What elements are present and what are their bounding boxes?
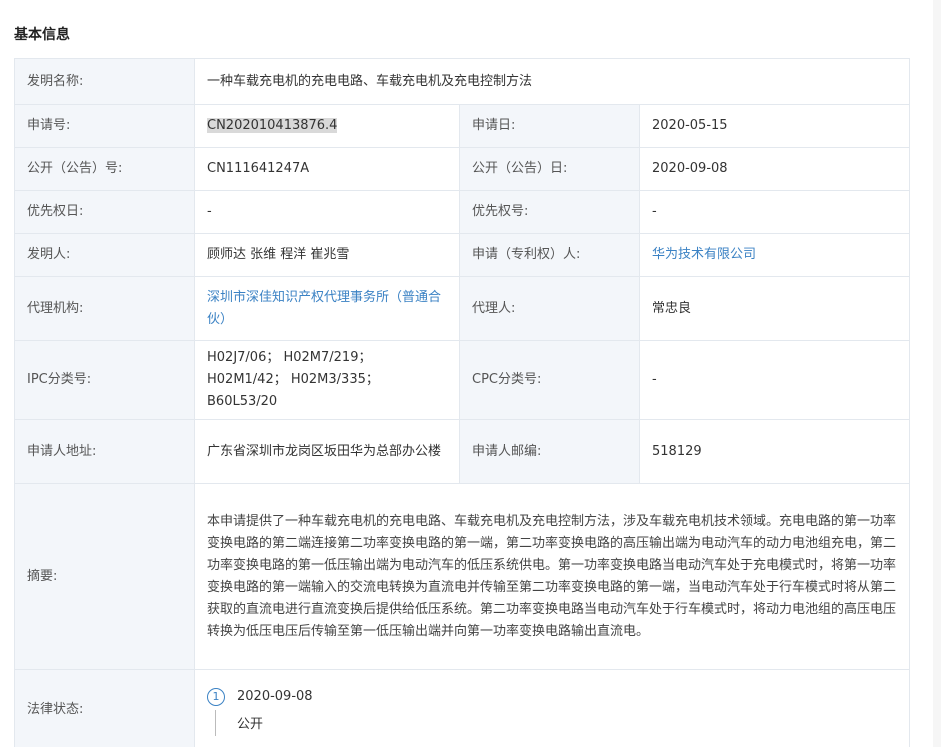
table-row: 摘要: 本申请提供了一种车载充电机的充电电路、车载充电机及充电控制方法，涉及车载… — [14, 483, 910, 670]
step-number-icon: 1 — [207, 687, 225, 706]
agent-value: 常忠良 — [639, 276, 910, 341]
legal-status-label: 法律状态: — [14, 669, 195, 747]
table-row: 发明名称: 一种车载充电机的充电电路、车载充电机及充电控制方法 — [14, 58, 910, 105]
applicant-postcode-value: 518129 — [639, 419, 910, 484]
publication-no-label: 公开（公告）号: — [14, 147, 195, 191]
applicant-label: 申请（专利权）人: — [459, 233, 640, 277]
application-date-label: 申请日: — [459, 104, 640, 148]
applicant-cell: 华为技术有限公司 — [639, 233, 910, 277]
priority-date-label: 优先权日: — [14, 190, 195, 234]
applicant-address-label: 申请人地址: — [14, 419, 195, 484]
inventors-value: 顾师达 张维 程洋 崔兆雪 — [194, 233, 460, 277]
table-row: 发明人: 顾师达 张维 程洋 崔兆雪 申请（专利权）人: 华为技术有限公司 — [14, 233, 910, 277]
publication-date-label: 公开（公告）日: — [459, 147, 640, 191]
table-row: 公开（公告）号: CN111641247A 公开（公告）日: 2020-09-0… — [14, 147, 910, 191]
table-row: 法律状态: 1 2020-09-08 公开 — [14, 669, 910, 747]
table-row: IPC分类号: H02J7/06； H02M7/219； H02M1/42； H… — [14, 340, 910, 420]
legal-status-cell: 1 2020-09-08 公开 — [194, 669, 910, 747]
abstract-value: 本申请提供了一种车载充电机的充电电路、车载充电机及充电控制方法，涉及车载充电机技… — [194, 483, 910, 670]
application-date-value: 2020-05-15 — [639, 104, 910, 148]
ipc-label: IPC分类号: — [14, 340, 195, 420]
application-no-value[interactable]: CN202010413876.4 — [207, 118, 338, 133]
timeline-connector — [215, 709, 216, 736]
inventors-label: 发明人: — [14, 233, 195, 277]
legal-status-timeline: 1 2020-09-08 公开 — [207, 684, 897, 736]
table-row: 申请号: CN202010413876.4 申请日: 2020-05-15 — [14, 104, 910, 148]
cpc-value: - — [639, 340, 910, 420]
agency-cell: 深圳市深佳知识产权代理事务所（普通合伙） — [194, 276, 460, 341]
status-text: 公开 — [237, 716, 264, 732]
vertical-scrollbar[interactable] — [933, 0, 941, 747]
table-row: 申请人地址: 广东省深圳市龙岗区坂田华为总部办公楼 申请人邮编: 518129 — [14, 419, 910, 484]
agency-link[interactable]: 深圳市深佳知识产权代理事务所（普通合伙） — [207, 290, 441, 327]
section-title: 基本信息 — [14, 27, 70, 43]
agency-label: 代理机构: — [14, 276, 195, 341]
priority-no-label: 优先权号: — [459, 190, 640, 234]
applicant-address-value: 广东省深圳市龙岗区坂田华为总部办公楼 — [194, 419, 460, 484]
timeline-step: 1 2020-09-08 — [207, 686, 897, 708]
agent-label: 代理人: — [459, 276, 640, 341]
priority-date-value: - — [194, 190, 460, 234]
ipc-value: H02J7/06； H02M7/219； H02M1/42； H02M3/335… — [194, 340, 460, 420]
patent-info-table: 发明名称: 一种车载充电机的充电电路、车载充电机及充电控制方法 申请号: CN2… — [14, 58, 910, 747]
applicant-link[interactable]: 华为技术有限公司 — [652, 247, 756, 262]
table-row: 优先权日: - 优先权号: - — [14, 190, 910, 234]
cpc-label: CPC分类号: — [459, 340, 640, 420]
application-no-label: 申请号: — [14, 104, 195, 148]
application-no-cell: CN202010413876.4 — [194, 104, 460, 148]
invention-name-value: 一种车载充电机的充电电路、车载充电机及充电控制方法 — [194, 58, 910, 105]
abstract-label: 摘要: — [14, 483, 195, 670]
publication-no-value: CN111641247A — [194, 147, 460, 191]
status-date: 2020-09-08 — [237, 688, 313, 704]
publication-date-value: 2020-09-08 — [639, 147, 910, 191]
invention-name-label: 发明名称: — [14, 58, 195, 105]
priority-no-value: - — [639, 190, 910, 234]
applicant-postcode-label: 申请人邮编: — [459, 419, 640, 484]
table-row: 代理机构: 深圳市深佳知识产权代理事务所（普通合伙） 代理人: 常忠良 — [14, 276, 910, 341]
